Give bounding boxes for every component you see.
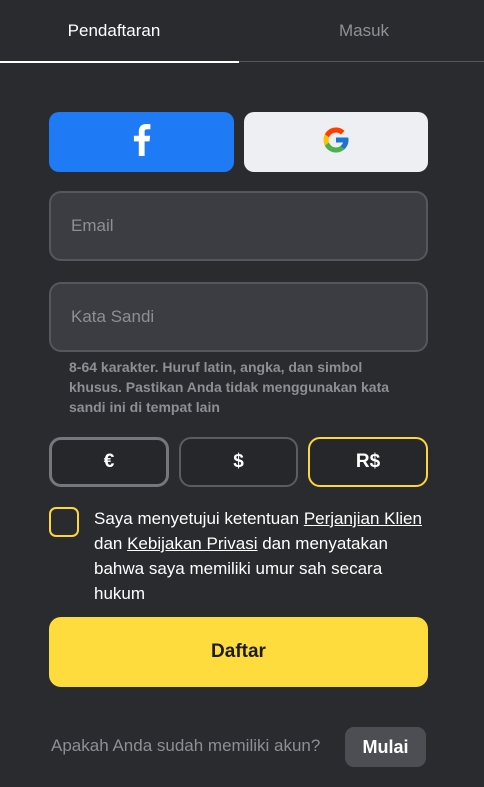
tab-login[interactable]: Masuk [244,0,484,62]
google-login-button[interactable] [244,112,428,172]
currency-eur-button[interactable]: € [49,437,169,487]
email-field[interactable] [49,191,428,261]
terms-text: Saya menyetujui ketentuan Perjanjian Kli… [94,506,424,606]
auth-tabs: Pendaftaran Masuk [0,0,484,63]
register-button[interactable]: Daftar [49,617,428,687]
terms-checkbox[interactable] [49,507,79,537]
privacy-policy-link[interactable]: Kebijakan Privasi [127,534,257,553]
tab-register[interactable]: Pendaftaran [0,0,239,63]
have-account-text: Apakah Anda sudah memiliki akun? [51,736,321,755]
password-input[interactable] [69,306,408,328]
start-button[interactable]: Mulai [345,727,426,767]
password-hint: 8-64 karakter. Huruf latin, angka, dan s… [69,359,390,415]
facebook-login-button[interactable] [49,112,234,172]
terms-middle: dan [94,534,128,553]
currency-usd-button[interactable]: $ [179,437,298,487]
client-agreement-link[interactable]: Perjanjian Klien [304,509,422,528]
terms-prefix: Saya menyetujui ketentuan [94,509,304,528]
google-icon [321,125,351,160]
email-input[interactable] [69,215,408,237]
facebook-icon [133,123,151,161]
password-field[interactable] [49,282,428,352]
currency-brl-button[interactable]: R$ [308,437,428,487]
